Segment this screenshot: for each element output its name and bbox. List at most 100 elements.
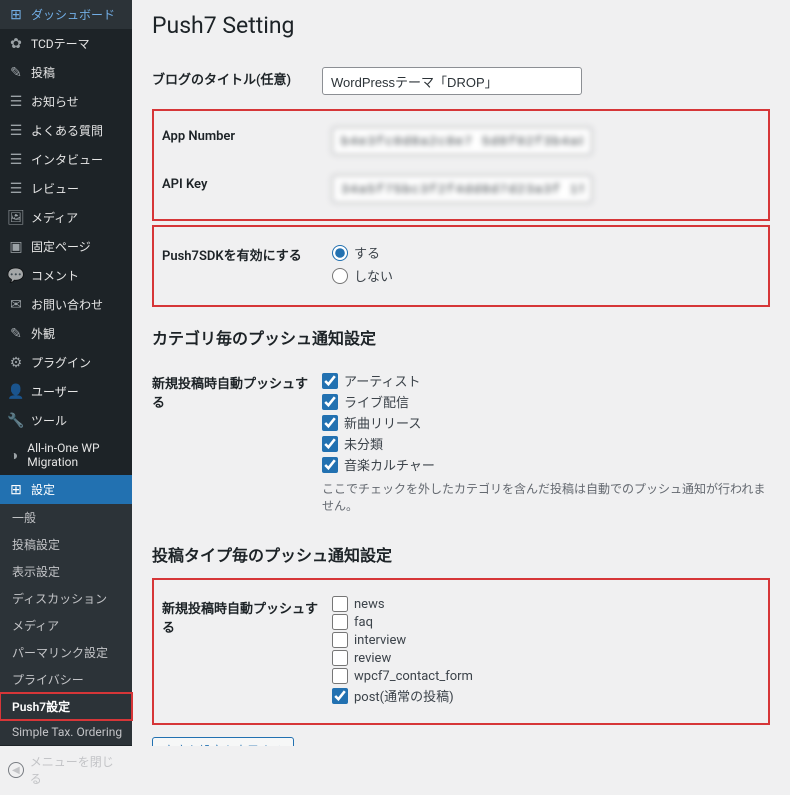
- cat-desc: ここでチェックを外したカテゴリを含んだ投稿は自動でのプッシュ通知が行われません。: [322, 480, 770, 514]
- submenu-item-2[interactable]: 表示設定: [0, 558, 132, 585]
- cat-checkbox-1[interactable]: [322, 394, 338, 410]
- submenu-item-8[interactable]: Simple Tax. Ordering: [0, 720, 132, 744]
- sidebar-item-label: 固定ページ: [31, 238, 91, 255]
- sdk-yes-radio[interactable]: [332, 245, 348, 261]
- sidebar-item-12[interactable]: ⚙プラグイン: [0, 348, 132, 377]
- sidebar-item-9[interactable]: 💬 コメント: [0, 261, 132, 290]
- sidebar-icon: 🖼: [8, 210, 24, 226]
- sidebar-item-7[interactable]: 🖼メディア: [0, 203, 132, 232]
- sidebar-icon: 💬: [8, 268, 24, 284]
- submenu-item-5[interactable]: パーマリンク設定: [0, 639, 132, 666]
- sidebar-item-label: お知らせ: [31, 93, 79, 110]
- app-number-input[interactable]: [332, 127, 592, 155]
- cat-label: 音楽カルチャー: [344, 455, 435, 474]
- sidebar-item-14[interactable]: 🔧ツール: [0, 406, 132, 435]
- sidebar-item-16[interactable]: ⊞ 設定: [0, 475, 132, 504]
- cat-checkbox-2[interactable]: [322, 415, 338, 431]
- posttype-box: 新規投稿時自動プッシュする newsfaqinterviewreviewwpcf…: [152, 578, 770, 725]
- submenu-item-0[interactable]: 一般: [0, 504, 132, 531]
- posttype-label: interview: [354, 633, 406, 648]
- sidebar-item-2[interactable]: ✎ 投稿: [0, 58, 132, 87]
- posttype-checkbox-2[interactable]: [332, 632, 348, 648]
- posttype-checkbox-4[interactable]: [332, 668, 348, 684]
- posttype-checkbox-1[interactable]: [332, 614, 348, 630]
- api-key-input[interactable]: [332, 175, 592, 203]
- posttype-label: review: [354, 651, 391, 666]
- sdk-enable-label: Push7SDKを有効にする: [162, 233, 332, 299]
- api-key-label: API Key: [162, 165, 332, 213]
- api-credentials-box: App Number API Key: [152, 109, 770, 221]
- sidebar-item-label: インタビュー: [31, 151, 103, 168]
- sidebar-icon: ◑: [8, 447, 20, 463]
- sidebar-item-label: コメント: [31, 267, 79, 284]
- sidebar-item-11[interactable]: ✎ 外観: [0, 319, 132, 348]
- app-number-label: App Number: [162, 117, 332, 165]
- sdk-yes-label: する: [354, 243, 380, 262]
- sidebar-icon: ☰: [8, 94, 24, 110]
- sidebar-item-label: 外観: [31, 325, 55, 342]
- sidebar-item-label: ツール: [31, 412, 67, 429]
- sidebar-item-3[interactable]: ☰ お知らせ: [0, 87, 132, 116]
- sidebar-item-0[interactable]: ⊞ ダッシュボード: [0, 0, 132, 29]
- submenu-item-1[interactable]: 投稿設定: [0, 531, 132, 558]
- posttype-label: news: [354, 597, 385, 612]
- category-heading: カテゴリ毎のプッシュ通知設定: [152, 325, 770, 349]
- sidebar-item-label: レビュー: [31, 180, 79, 197]
- sidebar-icon: ▣: [8, 239, 24, 255]
- sidebar-item-label: 設定: [31, 481, 55, 498]
- page-title: Push7 Setting: [152, 12, 770, 39]
- pt-autopush-label: 新規投稿時自動プッシュする: [162, 586, 332, 717]
- sidebar-item-label: TCDテーマ: [31, 35, 90, 52]
- sidebar-icon: ⚙: [8, 355, 24, 371]
- sidebar-item-6[interactable]: ☰ レビュー: [0, 174, 132, 203]
- cat-autopush-label: 新規投稿時自動プッシュする: [152, 361, 322, 524]
- posttype-label: faq: [354, 615, 373, 630]
- sidebar-item-label: ユーザー: [31, 383, 79, 400]
- cat-label: アーティスト: [344, 371, 420, 390]
- sidebar-item-4[interactable]: ☰よくある質問: [0, 116, 132, 145]
- sidebar-item-label: お問い合わせ: [31, 296, 103, 313]
- collapse-label: メニューを閉じる: [30, 753, 124, 787]
- sdk-no-radio[interactable]: [332, 268, 348, 284]
- posttype-label: post(通常の投稿): [354, 686, 454, 705]
- submenu-item-4[interactable]: メディア: [0, 612, 132, 639]
- sdk-enable-box: Push7SDKを有効にする する しない: [152, 225, 770, 307]
- collapse-icon: ◀: [8, 762, 24, 778]
- posttype-checkbox-0[interactable]: [332, 596, 348, 612]
- advanced-settings-button[interactable]: 高度な設定を表示する: [152, 737, 294, 746]
- sidebar-icon: ☰: [8, 152, 24, 168]
- sidebar-item-15[interactable]: ◑ All-in-One WP Migration: [0, 435, 132, 475]
- cat-checkbox-0[interactable]: [322, 373, 338, 389]
- cat-label: 未分類: [344, 434, 383, 453]
- admin-sidebar: ⊞ ダッシュボード ✿TCDテーマ ✎ 投稿 ☰ お知らせ ☰よくある質問 ☰ インタビュー ☰ レビ…: [0, 0, 132, 746]
- sidebar-item-label: All-in-One WP Migration: [27, 441, 124, 469]
- posttype-checkbox-3[interactable]: [332, 650, 348, 666]
- sidebar-icon: ✎: [8, 65, 24, 81]
- sidebar-icon: ⊞: [8, 7, 24, 23]
- sidebar-item-label: ダッシュボード: [31, 6, 115, 23]
- submenu-item-6[interactable]: プライバシー: [0, 666, 132, 693]
- sidebar-icon: ☰: [8, 181, 24, 197]
- sidebar-item-label: 投稿: [31, 64, 55, 81]
- cat-checkbox-4[interactable]: [322, 457, 338, 473]
- submenu-item-3[interactable]: ディスカッション: [0, 585, 132, 612]
- collapse-menu[interactable]: ◀ メニューを閉じる: [0, 744, 132, 795]
- cat-label: ライブ配信: [344, 392, 409, 411]
- sidebar-item-8[interactable]: ▣ 固定ページ: [0, 232, 132, 261]
- posttype-checkbox-5[interactable]: [332, 688, 348, 704]
- sidebar-item-label: よくある質問: [31, 122, 103, 139]
- sidebar-icon: ⊞: [8, 482, 24, 498]
- cat-checkbox-3[interactable]: [322, 436, 338, 452]
- sidebar-item-5[interactable]: ☰ インタビュー: [0, 145, 132, 174]
- sidebar-icon: ✉: [8, 297, 24, 313]
- sidebar-item-10[interactable]: ✉ お問い合わせ: [0, 290, 132, 319]
- sidebar-item-1[interactable]: ✿TCDテーマ: [0, 29, 132, 58]
- cat-label: 新曲リリース: [344, 413, 421, 432]
- posttype-heading: 投稿タイプ毎のプッシュ通知設定: [152, 542, 770, 566]
- submenu-item-7[interactable]: Push7設定: [0, 693, 132, 720]
- sdk-no-label: しない: [354, 266, 393, 285]
- blog-title-input[interactable]: [322, 67, 582, 95]
- sidebar-item-13[interactable]: 👤ユーザー: [0, 377, 132, 406]
- sidebar-icon: ✎: [8, 326, 24, 342]
- settings-content: Push7 Setting ブログのタイトル(任意) App Number AP…: [132, 0, 790, 746]
